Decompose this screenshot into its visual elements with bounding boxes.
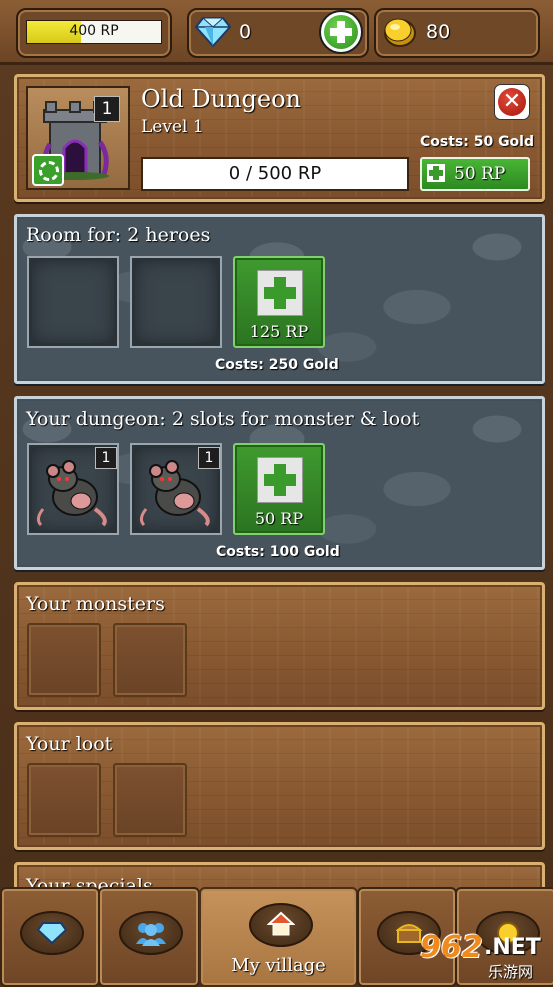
- nav-village-tab[interactable]: My village: [199, 887, 358, 987]
- loot-panel: Your loot: [14, 722, 545, 850]
- building-level-badge: 1: [94, 96, 120, 122]
- plus-icon: [427, 164, 445, 182]
- watermark-brand: 962: [420, 930, 483, 965]
- close-button[interactable]: ✕: [494, 84, 530, 120]
- watermark-sub: 乐游网: [488, 963, 534, 981]
- add-hero-slot-cost: 125 RP: [249, 322, 309, 341]
- heroes-title: Room for: 2 heroes: [26, 224, 211, 246]
- rp-bar: 400 RP: [26, 20, 162, 44]
- add-hero-slot-button[interactable]: 125 RP: [233, 256, 325, 348]
- nav-gems-tab[interactable]: [0, 887, 100, 987]
- monster-inventory-slot[interactable]: [113, 623, 187, 697]
- settings-gear-button[interactable]: [32, 154, 64, 186]
- monster-inventory-slot[interactable]: [27, 623, 101, 697]
- gold-count: 80: [426, 21, 451, 43]
- heroes-panel: Room for: 2 heroes 125 RP Costs: 250 Gol…: [14, 214, 545, 384]
- upgrade-button-label: 50 RP: [454, 164, 506, 184]
- plus-icon: [257, 457, 303, 503]
- plus-icon: [324, 15, 358, 49]
- people-icon: [119, 911, 183, 955]
- monsters-panel: Your monsters: [14, 582, 545, 710]
- add-dungeon-slot-button[interactable]: 50 RP: [233, 443, 325, 535]
- hero-slot[interactable]: [130, 256, 222, 348]
- rp-panel: 400 RP: [16, 8, 172, 58]
- add-dungeon-slot-cost: 50 RP: [254, 509, 304, 528]
- building-thumbnail[interactable]: 1: [26, 86, 130, 190]
- dungeon-panel: Your dungeon: 2 slots for monster & loot…: [14, 396, 545, 570]
- upgrade-button[interactable]: 50 RP: [420, 157, 530, 191]
- nav-village-label: My village: [231, 955, 326, 976]
- nav-heroes-tab[interactable]: [98, 887, 200, 987]
- upgrade-cost: Costs: 50 Gold: [419, 134, 534, 150]
- gem-count: 0: [239, 21, 252, 43]
- close-icon: ✕: [498, 88, 526, 116]
- gem-icon: [195, 17, 231, 48]
- site-watermark: 962 .NET 乐游网: [412, 930, 553, 982]
- rp-text: 400 RP: [69, 23, 119, 39]
- buy-gems-button[interactable]: [319, 10, 363, 54]
- loot-inventory-slot[interactable]: [113, 763, 187, 837]
- gold-coin-icon: [384, 18, 416, 47]
- building-header-panel: 1 Old Dungeon Level 1 ✕ Costs: 50 Gold 0…: [14, 74, 545, 202]
- building-name: Old Dungeon: [141, 85, 301, 113]
- loot-title: Your loot: [26, 733, 113, 755]
- hero-slot[interactable]: [27, 256, 119, 348]
- top-bar: 400 RP 0 80: [0, 0, 553, 65]
- monster-slot[interactable]: 1: [130, 443, 222, 535]
- dungeon-title: Your dungeon: 2 slots for monster & loot: [26, 408, 420, 430]
- building-rp-text: 0 / 500 RP: [228, 163, 322, 184]
- gold-panel: 80: [374, 8, 540, 58]
- gem-icon: [20, 911, 84, 955]
- monster-level-badge: 1: [95, 447, 117, 469]
- heroes-gold-cost: Costs: 250 Gold: [215, 357, 339, 373]
- gems-panel: 0: [187, 8, 369, 58]
- watermark-suffix: .NET: [484, 935, 541, 960]
- loot-inventory-slot[interactable]: [27, 763, 101, 837]
- monsters-title: Your monsters: [26, 593, 165, 615]
- monster-level-badge: 1: [198, 447, 220, 469]
- monster-slot[interactable]: 1: [27, 443, 119, 535]
- plus-icon: [257, 270, 303, 316]
- building-rp-progress: 0 / 500 RP: [141, 157, 409, 191]
- house-icon: [248, 903, 313, 947]
- gear-icon: [39, 161, 59, 181]
- building-level: Level 1: [141, 117, 204, 137]
- dungeon-gold-cost: Costs: 100 Gold: [216, 544, 340, 560]
